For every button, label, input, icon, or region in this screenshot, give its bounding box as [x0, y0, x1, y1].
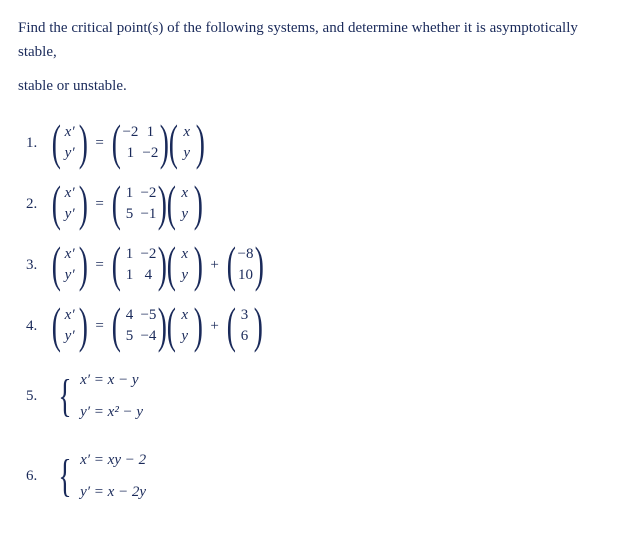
equation: ( x′ y′ ) = ( 4 5 −5 −4 ) ( x y [52, 303, 262, 348]
paren-open-icon: ( [227, 303, 236, 348]
paren-open-icon: ( [52, 242, 61, 287]
item-number: 3. [26, 253, 52, 277]
paren-close-icon: ) [193, 303, 202, 348]
problem-item-6: 6. { x′ = xy − 2 y′ = x − 2y [26, 444, 606, 508]
brace-open-icon: { [58, 375, 71, 416]
item-number: 6. [26, 464, 52, 488]
lhs-vector: ( x′ y′ ) [52, 181, 87, 226]
paren-close-icon: ) [193, 181, 202, 226]
paren-close-icon: ) [78, 120, 87, 165]
paren-open-icon: ( [167, 181, 176, 226]
lhs-vector: ( x′ y′ ) [52, 242, 87, 287]
coefficient-matrix: ( 1 1 −2 4 ) [112, 242, 167, 287]
item-number: 1. [26, 131, 52, 155]
paren-open-icon: ( [169, 120, 178, 165]
paren-close-icon: ) [78, 303, 87, 348]
paren-open-icon: ( [112, 303, 121, 348]
constant-vector: ( −8 10 ) [227, 242, 264, 287]
state-vector: ( x y ) [167, 181, 202, 226]
constant-vector: ( 3 6 ) [227, 303, 262, 348]
system-eq-1: x′ = x − y [80, 364, 143, 396]
system-eq-2: y′ = x² − y [80, 396, 143, 428]
paren-close-icon: ) [78, 242, 87, 287]
coefficient-matrix: ( 4 5 −5 −4 ) [112, 303, 167, 348]
paren-open-icon: ( [227, 242, 236, 287]
equation-system: { x′ = x − y y′ = x² − y [52, 364, 143, 428]
equals-sign: = [87, 253, 111, 277]
lhs-vector: ( x′ y′ ) [52, 120, 87, 165]
problem-item-5: 5. { x′ = x − y y′ = x² − y [26, 364, 606, 428]
equation: ( x′ y′ ) = ( 1 5 −2 −1 ) ( x y [52, 181, 202, 226]
paren-close-icon: ) [255, 242, 264, 287]
paren-open-icon: ( [112, 242, 121, 287]
system-eq-1: x′ = xy − 2 [80, 444, 146, 476]
problem-item-4: 4. ( x′ y′ ) = ( 4 5 −5 −4 ) ( x [26, 303, 606, 348]
problem-item-2: 2. ( x′ y′ ) = ( 1 5 −2 −1 ) ( x [26, 181, 606, 226]
brace-open-icon: { [58, 455, 71, 496]
equation: ( x′ y′ ) = ( 1 1 −2 4 ) ( x y [52, 242, 264, 287]
equation-system: { x′ = xy − 2 y′ = x − 2y [52, 444, 146, 508]
equals-sign: = [87, 314, 111, 338]
paren-open-icon: ( [52, 181, 61, 226]
paren-open-icon: ( [52, 120, 61, 165]
plus-sign: + [202, 253, 226, 277]
equals-sign: = [87, 192, 111, 216]
intro-line-1: Find the critical point(s) of the follow… [18, 16, 606, 64]
state-vector: ( x y ) [167, 303, 202, 348]
item-number: 5. [26, 384, 52, 408]
intro-line-2: stable or unstable. [18, 74, 606, 98]
problem-item-1: 1. ( x′ y′ ) = ( −2 1 1 −2 ) ( x [26, 120, 606, 165]
lhs-vector: ( x′ y′ ) [52, 303, 87, 348]
paren-open-icon: ( [112, 181, 121, 226]
plus-sign: + [202, 314, 226, 338]
paren-open-icon: ( [167, 242, 176, 287]
equals-sign: = [87, 131, 111, 155]
equation: ( x′ y′ ) = ( −2 1 1 −2 ) ( x y [52, 120, 204, 165]
coefficient-matrix: ( 1 5 −2 −1 ) [112, 181, 167, 226]
state-vector: ( x y ) [167, 242, 202, 287]
paren-open-icon: ( [167, 303, 176, 348]
paren-close-icon: ) [78, 181, 87, 226]
paren-close-icon: ) [253, 303, 262, 348]
problem-intro: Find the critical point(s) of the follow… [18, 16, 606, 98]
paren-close-icon: ) [193, 242, 202, 287]
item-number: 2. [26, 192, 52, 216]
problem-item-3: 3. ( x′ y′ ) = ( 1 1 −2 4 ) ( x [26, 242, 606, 287]
state-vector: ( x y ) [169, 120, 204, 165]
coefficient-matrix: ( −2 1 1 −2 ) [112, 120, 169, 165]
paren-open-icon: ( [52, 303, 61, 348]
item-number: 4. [26, 314, 52, 338]
system-eq-2: y′ = x − 2y [80, 476, 146, 508]
paren-close-icon: ) [195, 120, 204, 165]
paren-open-icon: ( [112, 120, 121, 165]
